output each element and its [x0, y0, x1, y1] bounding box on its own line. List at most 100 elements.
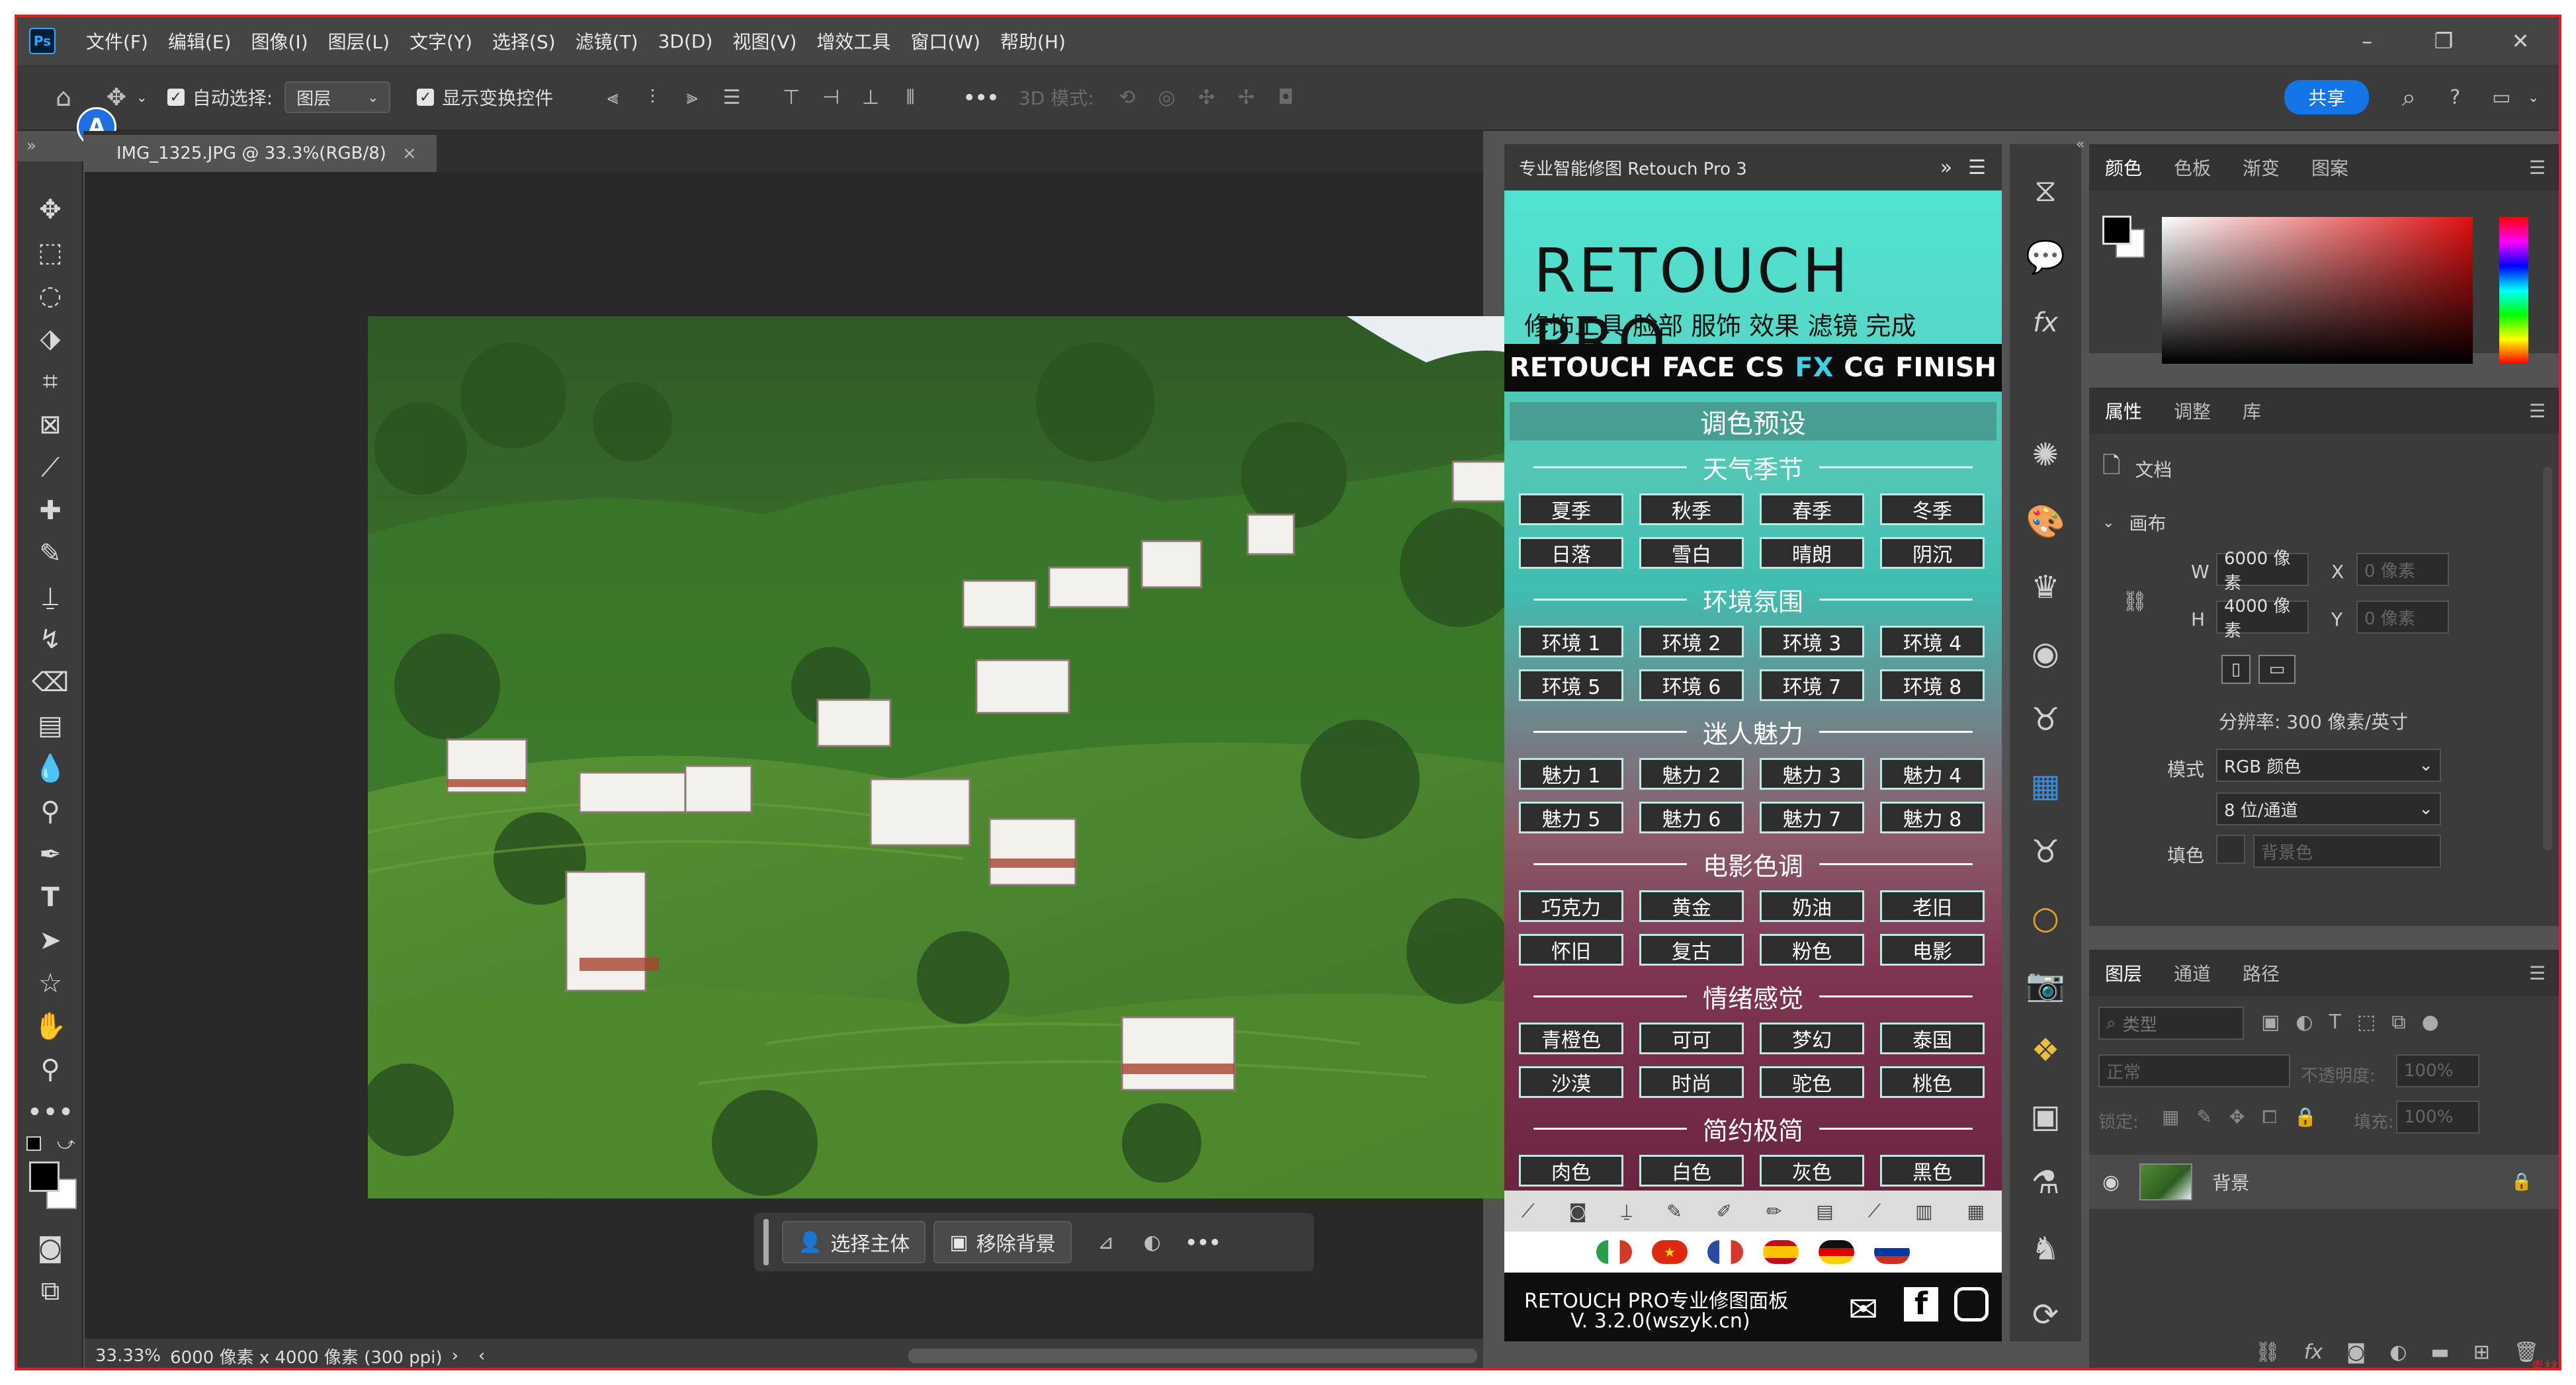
filter-toggle-icon[interactable]: ● — [2422, 1011, 2439, 1034]
menu-image[interactable]: 图像(I) — [251, 28, 308, 54]
lasso-tool-icon[interactable]: ◌ — [17, 274, 83, 317]
context-more-button[interactable]: ••• — [1185, 1232, 1221, 1253]
tab-patterns[interactable]: 图案 — [2296, 154, 2364, 181]
plugin-icon[interactable]: ◉ — [2010, 620, 2081, 687]
preset-button[interactable]: 魅力 2 — [1639, 758, 1744, 790]
tab-finish[interactable]: FINISH — [1895, 353, 1996, 383]
menu-file[interactable]: 文件(F) — [86, 28, 148, 54]
preset-button[interactable]: 夏季 — [1519, 493, 1623, 525]
filter-type-icon[interactable]: T — [2329, 1011, 2341, 1034]
filter-pixel-icon[interactable]: ▣ — [2261, 1011, 2280, 1034]
brightness-icon[interactable]: ✺ — [2010, 422, 2081, 488]
foreground-color-swatch[interactable] — [29, 1161, 60, 1192]
tab-adjustments[interactable]: 调整 — [2158, 398, 2227, 424]
plugin-blue-icon[interactable]: ▦ — [2010, 753, 2081, 819]
help-icon[interactable]: ? — [2435, 86, 2475, 109]
add-mask-icon[interactable]: ◙ — [2346, 1341, 2366, 1364]
search-icon[interactable]: ⌕ — [2389, 83, 2428, 112]
preset-button[interactable]: 环境 5 — [1519, 669, 1623, 701]
share-button[interactable]: 共享 — [2284, 80, 2370, 114]
tool-preset-chevron-icon[interactable]: ⌄ — [136, 89, 148, 105]
eyedropper-tool-icon[interactable]: ⟋ — [17, 446, 83, 489]
align-bottom-icon[interactable]: ⊥ — [851, 86, 890, 109]
tab-retouch[interactable]: RETOUCH — [1510, 353, 1652, 383]
preset-button[interactable]: 魅力 7 — [1760, 802, 1864, 833]
preset-button[interactable]: 电影 — [1880, 934, 1985, 966]
preset-button[interactable]: 怀旧 — [1519, 934, 1623, 966]
align-vcenter-icon[interactable]: ⊣ — [811, 86, 851, 109]
auto-select-target-dropdown[interactable]: 图层 ⌄ — [284, 81, 391, 113]
preset-button[interactable]: 春季 — [1760, 493, 1864, 525]
drag-handle[interactable] — [763, 1219, 769, 1265]
lock-all-icon[interactable]: 🔒 — [2294, 1106, 2317, 1128]
properties-scrollbar[interactable] — [2543, 467, 2552, 851]
preset-button[interactable]: 巧克力 — [1519, 890, 1623, 922]
tab-cg[interactable]: CG — [1844, 353, 1885, 383]
preset-button[interactable]: 时尚 — [1639, 1066, 1744, 1098]
tab-color[interactable]: 颜色 — [2089, 154, 2158, 181]
collapse-panel-icon[interactable]: » — [1940, 156, 1952, 179]
tab-face[interactable]: FACE — [1662, 353, 1735, 383]
preset-button[interactable]: 环境 3 — [1760, 626, 1864, 657]
tab-paths[interactable]: 路径 — [2227, 960, 2296, 986]
china-flag-icon[interactable]: ★ — [1652, 1240, 1688, 1264]
healing-brush-tool-icon[interactable]: ✚ — [17, 489, 83, 532]
canvas-collapse-icon[interactable]: ⌄ — [2102, 515, 2114, 531]
zoom-level[interactable]: 33.33% — [95, 1346, 161, 1366]
preset-button[interactable]: 肉色 — [1519, 1155, 1623, 1187]
preset-button[interactable]: 冬季 — [1880, 493, 1985, 525]
mode-dropdown[interactable]: RGB 颜色 ⌄ — [2216, 749, 2441, 782]
filter-smart-icon[interactable]: ⧉ — [2391, 1011, 2405, 1034]
align-left-icon[interactable]: ⫷ — [593, 86, 632, 109]
camera-icon[interactable]: 📷 — [2010, 951, 2081, 1017]
distribute-icon[interactable]: ☰ — [712, 86, 751, 109]
adjustment-icon[interactable]: ◐ — [1133, 1231, 1172, 1254]
layer-style-icon[interactable]: fx — [2304, 1341, 2323, 1364]
menu-view[interactable]: 视图(V) — [732, 28, 796, 54]
fill-opacity-input[interactable]: 100% — [2396, 1101, 2479, 1134]
tab-layers[interactable]: 图层 — [2089, 960, 2158, 986]
align-right-icon[interactable]: ⫸ — [672, 86, 712, 109]
screen-mode-icon[interactable]: ⧉ — [17, 1269, 83, 1312]
move-tool-icon[interactable]: ✥ — [17, 188, 83, 231]
ring-icon[interactable]: ○ — [2010, 885, 2081, 951]
panel-menu-icon[interactable]: ☰ — [1968, 156, 1986, 179]
horizontal-scrollbar[interactable] — [908, 1349, 1478, 1363]
dropper-icon[interactable]: ⟋ — [1868, 1200, 1881, 1222]
preset-button[interactable]: 泰国 — [1880, 1023, 1985, 1054]
home-icon[interactable]: ⌂ — [44, 83, 83, 112]
color-panel-menu-icon[interactable]: ☰ — [2529, 157, 2546, 179]
brush-alt-icon[interactable]: ✐ — [1717, 1200, 1732, 1222]
select-subject-button[interactable]: 👤 选择主体 — [782, 1221, 926, 1263]
preset-button[interactable]: 环境 1 — [1519, 626, 1623, 657]
scroll-left-icon[interactable]: ‹ — [478, 1346, 485, 1366]
menu-plugins[interactable]: 增效工具 — [816, 28, 890, 54]
spain-flag-icon[interactable] — [1763, 1240, 1799, 1264]
lock-pixels-icon[interactable]: ✎ — [2196, 1106, 2211, 1128]
shape-tool-icon[interactable]: ☆ — [17, 962, 83, 1005]
transform-icon[interactable]: ⊿ — [1086, 1231, 1126, 1254]
comb-icon[interactable]: ▥ — [1915, 1200, 1932, 1222]
brush-tool-icon[interactable]: ✎ — [17, 532, 83, 575]
preset-button[interactable]: 复古 — [1639, 934, 1744, 966]
fill-swatch[interactable] — [2216, 835, 2245, 864]
history-icon[interactable]: ⧖ — [2010, 157, 2081, 224]
preset-button[interactable]: 沙漠 — [1519, 1066, 1623, 1098]
maximize-button[interactable]: ❐ — [2405, 28, 2482, 54]
germany-flag-icon[interactable] — [1819, 1240, 1854, 1264]
flask-icon[interactable]: ⚗ — [2010, 1150, 2081, 1216]
crown-icon[interactable]: ♛ — [2010, 554, 2081, 620]
tab-gradients[interactable]: 渐变 — [2227, 154, 2296, 181]
menu-3d[interactable]: 3D(D) — [658, 30, 713, 52]
zoom-tool-icon[interactable]: ⚲ — [17, 1048, 83, 1091]
menu-type[interactable]: 文字(Y) — [409, 28, 472, 54]
preset-button[interactable]: 可可 — [1639, 1023, 1744, 1054]
new-adjustment-icon[interactable]: ◐ — [2389, 1341, 2407, 1364]
facebook-icon[interactable]: f — [1904, 1286, 1938, 1322]
pencil-icon[interactable]: ✎ — [1666, 1200, 1682, 1222]
preset-button[interactable]: 魅力 4 — [1880, 758, 1985, 790]
depth-dropdown[interactable]: 8 位/通道 ⌄ — [2216, 792, 2441, 825]
filter-shape-icon[interactable]: ⬚ — [2357, 1011, 2376, 1034]
preset-button[interactable]: 青橙色 — [1519, 1023, 1623, 1054]
document-tab[interactable]: IMG_1325.JPG @ 33.3%(RGB/8) × — [83, 135, 437, 172]
